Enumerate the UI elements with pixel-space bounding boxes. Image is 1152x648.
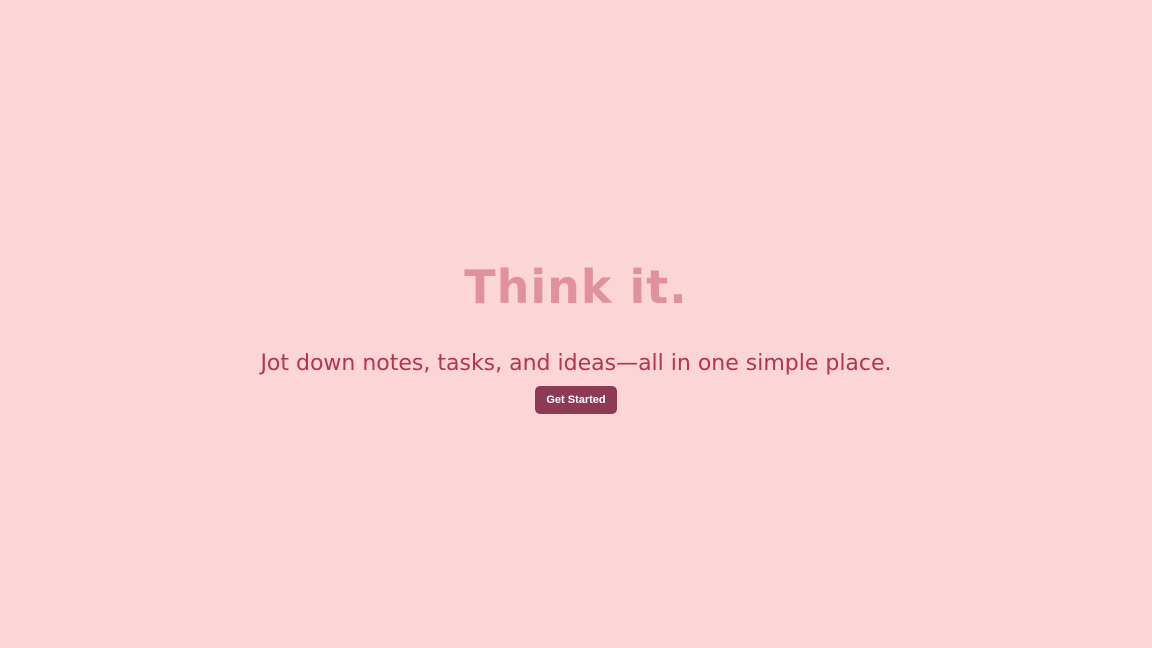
get-started-button[interactable]: Get Started <box>535 386 617 414</box>
hero-section: Think it. Jot down notes, tasks, and ide… <box>0 0 1152 648</box>
logo-container: Think it. <box>0 262 1152 308</box>
hero-tagline: Jot down notes, tasks, and ideas—all in … <box>260 351 892 376</box>
logo-wordmark: Think it. <box>464 262 688 308</box>
